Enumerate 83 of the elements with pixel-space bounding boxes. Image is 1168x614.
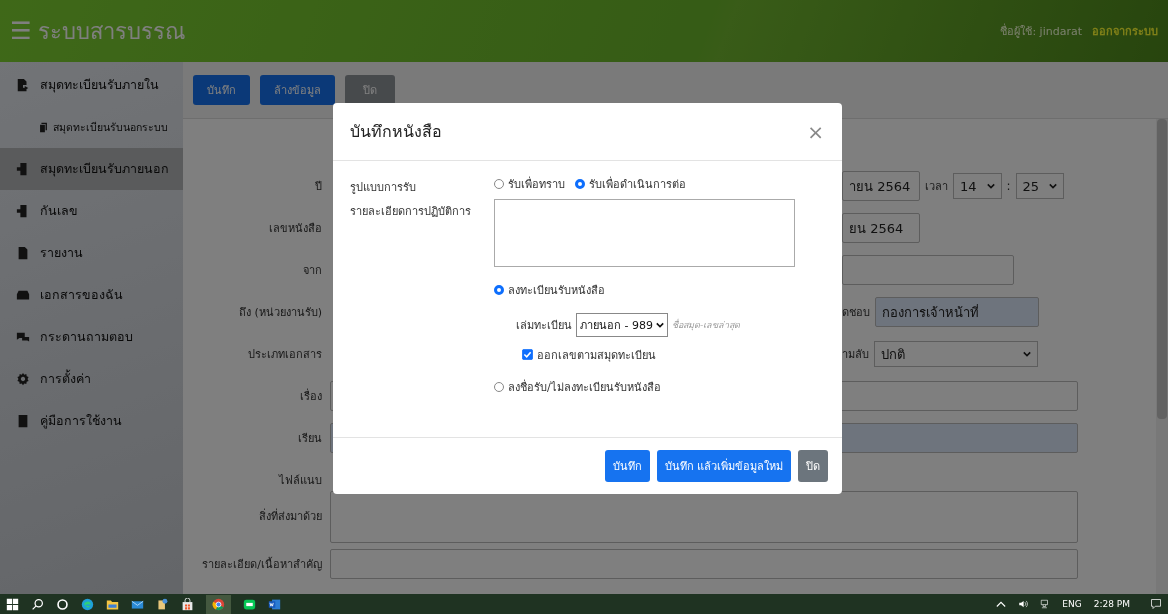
input-field[interactable] [842,255,1014,285]
scrollbar[interactable] [1156,119,1168,594]
select-field[interactable]: ภายนอก - 989 [576,313,668,337]
sidebar-item[interactable]: กันเลข [0,190,183,232]
clock[interactable]: 2:28 PM [1093,599,1130,609]
menu-item-icon [16,78,30,92]
radio-option[interactable]: ลงชื่อรับ/ไม่ลงทะเบียนรับหนังสือ [494,378,661,396]
store-icon[interactable] [181,597,194,611]
field-label: เรื่อง [299,387,322,405]
caret-icon[interactable] [996,599,1007,609]
menu-item-icon [16,246,30,260]
menu-item-icon [16,372,30,386]
windows-icon[interactable] [6,597,19,611]
time-label: เวลา [925,179,948,195]
field-label: ดชอบ [842,305,870,321]
logout-link[interactable]: ออกจากระบบ [1092,22,1158,40]
field-label: ประเภทเอกสาร [247,347,322,363]
menu-item-icon [16,204,30,218]
radio-option[interactable]: รับเพื่อดำเนินการต่อ [575,175,686,193]
document-icon[interactable] [268,597,281,611]
dialog-button[interactable]: บันทึก [604,450,650,482]
sidebar-item[interactable]: สมุดทะเบียนรับภายนอก [0,148,183,190]
language-indicator[interactable]: ENG [1062,599,1082,609]
field-label: เลขหนังสือ [268,221,322,237]
field-label: สิ่งที่ส่งมาด้วย [258,507,322,525]
browser-icon[interactable] [81,597,94,611]
radio-option[interactable]: รับเพื่อทราบ [494,175,565,193]
input-field[interactable] [330,549,1078,579]
sidebar-item[interactable]: กระดานถามตอบ [0,316,183,358]
app-icon[interactable] [156,597,169,611]
field-label: ถึง (หน่วยงานรับ) [237,305,322,321]
hour-select[interactable]: 14 [953,173,1002,199]
browser-icon[interactable] [206,594,231,614]
chevron-icon [1049,183,1058,189]
text-area[interactable] [330,491,1078,543]
app-title: ระบบสารบรรณ [37,17,185,46]
sidebar-item[interactable]: คู่มือการใช้งาน [0,400,183,442]
network-icon[interactable] [1040,599,1051,609]
menu-item-icon [16,414,30,428]
chevron-icon [986,183,995,189]
close-button[interactable]: × [803,119,828,144]
sidebar-item[interactable]: รายงาน [0,232,183,274]
field-label: รายละเอียดการปฏิบัติการ [350,204,472,220]
radio-option[interactable]: ลงทะเบียนรับหนังสือ [494,281,605,299]
field-label: จาก [302,263,322,279]
input-field[interactable]: กองการเจ้าหน้าที่ [875,297,1039,327]
chevron-icon [1023,351,1031,357]
sidebar-item[interactable]: สมุดทะเบียนรับนอกระบบ [0,106,183,148]
hint-text: ชื่อสมุด-เลขล่าสุด [671,318,741,332]
sidebar-item[interactable]: การตั้งค่า [0,358,183,400]
menu-item-icon [16,162,30,176]
toolbar-button[interactable]: บันทึก [193,75,250,105]
field-label: เรียน [297,431,322,447]
user-name: ชื่อผู้ใช้: jindarat [1000,22,1082,40]
dialog-button[interactable]: ปิด [798,450,828,482]
checkbox[interactable] [522,349,533,360]
time-separator: : [1006,179,1011,193]
chat-icon[interactable] [243,597,256,611]
sidebar-item[interactable]: สมุดทะเบียนรับภายใน [0,64,183,106]
notification-icon[interactable] [1150,598,1162,610]
toolbar-button[interactable]: ล้างข้อมูล [260,75,335,105]
circle-icon[interactable] [56,597,69,611]
field-label: ไฟล์แนบ [277,473,322,489]
dialog-button[interactable]: บันทึก แล้วเพิ่มข้อมูลใหม่ [656,450,791,482]
field-label: ามลับ [842,347,869,363]
folder-icon[interactable] [106,597,119,611]
field-label: รายละเอียด/เนื้อหาสำคัญ [201,556,322,573]
menu-item-icon [16,288,30,302]
menu-item-icon [16,330,30,344]
checkbox-option[interactable]: ออกเลขตามสมุดทะเบียน [516,345,656,364]
number-field[interactable]: ยน 2564 [842,213,920,243]
minute-select[interactable]: 25 [1015,173,1065,199]
speaker-icon[interactable] [1018,599,1029,609]
sidebar-item[interactable]: เอกสารของฉัน [0,274,183,316]
menu-item-icon [38,121,49,133]
field-label: ปี [314,179,322,195]
field-label: รูปแบบการรับ [350,180,417,196]
select-field[interactable]: ปกติ [874,341,1038,367]
field-label: เล่มทะเบียน [516,318,572,334]
chevron-icon [655,322,664,328]
date-field[interactable]: ายน 2564 [842,171,920,201]
search-icon[interactable] [31,597,44,611]
dialog-title: บันทึกหนังสือ [350,121,442,143]
